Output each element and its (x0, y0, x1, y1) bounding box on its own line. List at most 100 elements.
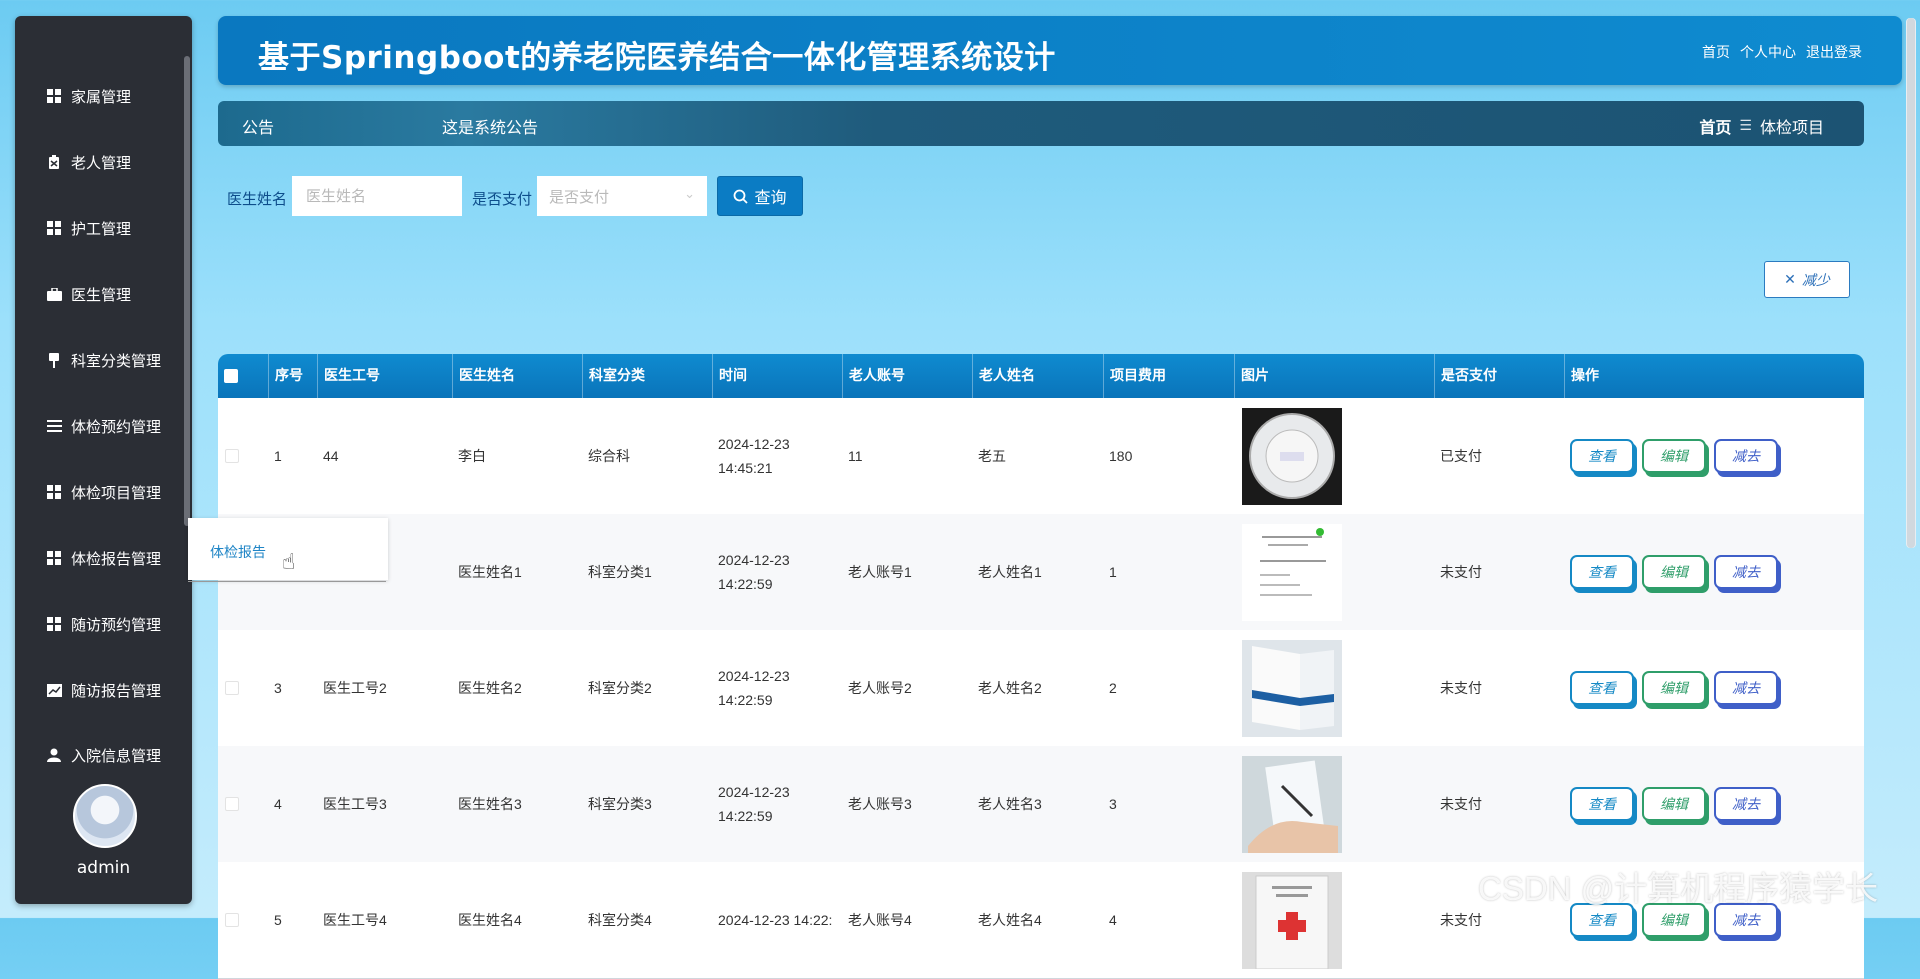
col-header: 老人姓名 (972, 354, 1103, 398)
col-header: 老人账号 (842, 354, 972, 398)
cell-fee: 4 (1109, 912, 1117, 928)
row-checkbox[interactable] (225, 681, 239, 695)
cell-fee: 2 (1109, 680, 1117, 696)
delete-button[interactable]: 减去 (1714, 787, 1778, 821)
row-checkbox[interactable] (225, 797, 239, 811)
table-row: 1 44 李白 综合科 2024-12-23 14:45:21 11 老五 180 已支付 查看… (218, 398, 1864, 515)
cell-acct: 老人账号3 (848, 796, 912, 812)
paid-select[interactable]: 是否支付 ⌄ (537, 176, 707, 216)
page-title: 基于Springboot的养老院医养结合一体化管理系统设计 (258, 40, 1056, 76)
cell-idx: 3 (274, 680, 282, 696)
sidebar-item-admissions[interactable]: 入院信息管理 (15, 733, 185, 777)
delete-button[interactable]: 减去 (1714, 555, 1778, 589)
col-header: 医生工号 (317, 354, 452, 398)
row-actions: 查看 编辑 减去 (1564, 746, 1864, 862)
cell-elder: 老五 (978, 448, 1006, 464)
avatar[interactable] (73, 784, 137, 848)
sidebar-item-label: 体检报告管理 (71, 549, 162, 568)
sidebar-item-exam-items[interactable]: 体检项目管理 (15, 470, 185, 514)
delete-button[interactable]: 减去 (1714, 439, 1778, 473)
col-header: 图片 (1234, 354, 1434, 398)
cell-doc_id: 44 (323, 448, 339, 464)
edit-button[interactable]: 编辑 (1642, 555, 1706, 589)
cell-elder: 老人姓名3 (978, 796, 1042, 812)
breadcrumb: 首页 ☰ 体检项目 (1699, 114, 1824, 138)
cell-idx: 4 (274, 796, 282, 812)
sidebar-item-departments[interactable]: 科室分类管理 (15, 338, 185, 382)
profile-link[interactable]: 个人中心 (1740, 42, 1796, 62)
sidebar-item-exam-reports[interactable]: 体检报告管理 (15, 536, 185, 580)
sidebar-item-followup-reports[interactable]: 随访报告管理 (15, 668, 185, 712)
watermark: CSDN @计算机程序猿学长 (1478, 870, 1879, 907)
paid-select-placeholder: 是否支付 (549, 188, 610, 206)
grid-icon (45, 483, 63, 501)
cell-fee: 1 (1109, 564, 1117, 580)
cell-doc_id: 医生工号3 (323, 796, 387, 812)
cell-acct: 老人账号2 (848, 680, 912, 696)
cell-fee: 180 (1109, 448, 1133, 464)
row-image (1234, 746, 1434, 862)
cell-doc_name: 医生姓名1 (458, 564, 522, 580)
select-all-checkbox[interactable] (224, 369, 238, 383)
sidebar-item-exam-appointments[interactable]: 体检预约管理 (15, 404, 185, 448)
grid-icon (45, 87, 63, 105)
sidebar-item-followup-appointments[interactable]: 随访预约管理 (15, 602, 185, 646)
row-checkbox[interactable] (225, 449, 239, 463)
cell-time: 2024-12-23 14:22:59 (718, 784, 790, 824)
cell-time: 2024-12-23 14:45:21 (718, 436, 790, 476)
grid-icon (45, 615, 63, 633)
paid-label: 是否支付 (472, 190, 533, 208)
delete-button[interactable]: 减去 (1714, 671, 1778, 705)
cell-paid: 未支付 (1440, 796, 1482, 812)
sidebar-item-elders[interactable]: 老人管理 (15, 140, 185, 184)
row-image (1234, 862, 1434, 978)
sidebar-item-label: 家属管理 (71, 87, 132, 106)
page-scrollbar-thumb[interactable] (1907, 18, 1915, 548)
edit-button[interactable]: 编辑 (1642, 439, 1706, 473)
sidebar-item-label: 体检预约管理 (71, 417, 162, 436)
logout-link[interactable]: 退出登录 (1806, 42, 1862, 62)
sidebar-item-caregivers[interactable]: 护工管理 (15, 206, 185, 250)
chevron-down-icon: ⌄ (684, 187, 695, 202)
home-link[interactable]: 首页 (1702, 42, 1730, 62)
header-links: 首页 个人中心 退出登录 (1702, 42, 1862, 62)
edit-button[interactable]: 编辑 (1642, 671, 1706, 705)
popup-menu-item[interactable]: 体检报告 (210, 542, 266, 562)
sidebar-item-doctors[interactable]: 医生管理 (15, 272, 185, 316)
cell-elder: 老人姓名1 (978, 564, 1042, 580)
col-header: 项目费用 (1103, 354, 1234, 398)
reduce-button[interactable]: ✕ 减少 (1764, 261, 1850, 298)
col-header: 医生姓名 (452, 354, 582, 398)
row-checkbox[interactable] (225, 913, 239, 927)
view-button[interactable]: 查看 (1570, 787, 1634, 821)
cell-doc_name: 李白 (458, 448, 486, 464)
sidebar-item-label: 科室分类管理 (71, 351, 162, 370)
view-button[interactable]: 查看 (1570, 671, 1634, 705)
col-header: 是否支付 (1434, 354, 1564, 398)
sidebar-item-family[interactable]: 家属管理 (15, 74, 185, 118)
col-header: 操作 (1564, 354, 1864, 398)
cell-doc_name: 医生姓名2 (458, 680, 522, 696)
view-button[interactable]: 查看 (1570, 555, 1634, 589)
edit-button[interactable]: 编辑 (1642, 787, 1706, 821)
search-icon (734, 189, 749, 204)
row-image (1234, 630, 1434, 746)
cell-acct: 老人账号1 (848, 564, 912, 580)
cell-dept: 科室分类4 (588, 912, 652, 928)
row-actions: 查看 编辑 减去 (1564, 514, 1864, 630)
close-icon: ✕ (1784, 271, 1796, 288)
cell-paid: 未支付 (1440, 564, 1482, 580)
page-scrollbar[interactable] (1906, 18, 1916, 548)
breadcrumb-home[interactable]: 首页 (1699, 114, 1731, 138)
doctor-name-input[interactable] (292, 176, 462, 216)
chart-icon (45, 681, 63, 699)
table-row: 4 医生工号3 医生姓名3 科室分类3 2024-12-23 14:22:59 老人账号3… (218, 746, 1864, 863)
row-image (1234, 398, 1434, 514)
grid-icon (45, 219, 63, 237)
cell-dept: 综合科 (588, 448, 630, 464)
cell-dept: 科室分类3 (588, 796, 652, 812)
cell-time: 2024-12-23 14:22:59 (718, 552, 790, 592)
query-button[interactable]: 查询 (717, 176, 803, 216)
view-button[interactable]: 查看 (1570, 439, 1634, 473)
cell-time: 2024-12-23 14:22: (718, 912, 833, 928)
